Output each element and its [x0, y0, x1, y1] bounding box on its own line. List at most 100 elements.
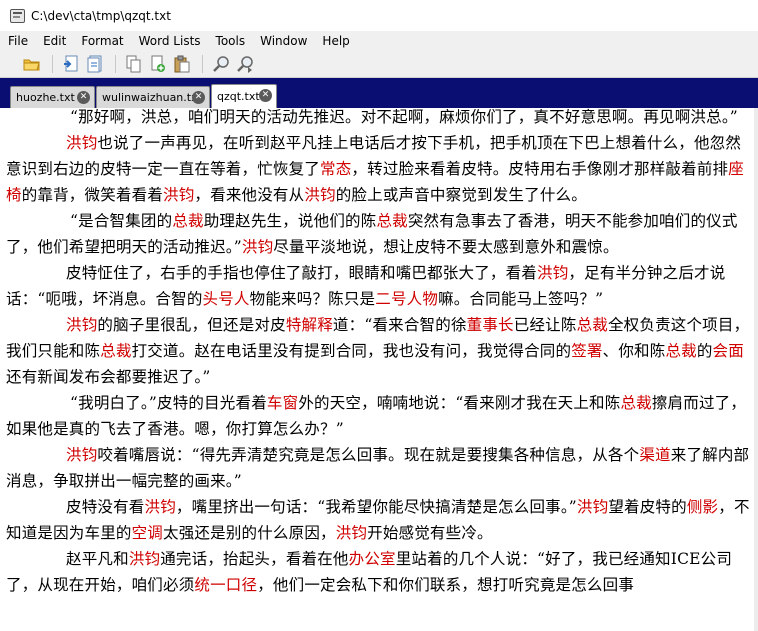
- text-run: 的靠背，微笑着看着: [21, 186, 164, 204]
- text-run: 皮特没有看: [66, 498, 145, 516]
- menu-word-lists[interactable]: Word Lists: [139, 34, 201, 48]
- text-run: ，他们一定会私下和你们联系，想打听究竟是怎么回事: [257, 576, 635, 594]
- highlighted-word: 洪钧: [241, 238, 274, 256]
- highlighted-word: 头号人: [202, 290, 250, 308]
- highlighted-word: 洪钧: [537, 264, 569, 282]
- toolbar-separator: [202, 55, 203, 73]
- text-run: “那好啊，洪总，咱们明天的活动先推迟。对不起啊，麻烦你们了，真不好意思啊。再见啊…: [70, 108, 738, 126]
- highlighted-word: 会面: [712, 342, 744, 360]
- text-run: 赵平凡和: [66, 550, 129, 568]
- highlighted-word: 办公室: [348, 550, 396, 568]
- paragraph: “是合智集团的总裁助理赵先生，说他们的陈总裁突然有急事去了香港，明天不能参加咱们…: [6, 208, 754, 260]
- open-folder-icon[interactable]: [22, 54, 42, 74]
- text-run: “是合智集团的: [70, 212, 173, 230]
- save-all-icon[interactable]: [85, 54, 105, 74]
- highlighted-word: 总裁: [172, 212, 204, 230]
- highlighted-word: 车窗: [266, 394, 299, 412]
- highlighted-word: 洪钧: [144, 498, 176, 516]
- highlighted-word: 总裁: [376, 212, 408, 230]
- close-icon[interactable]: ✕: [259, 89, 272, 102]
- copy-icon[interactable]: [124, 54, 144, 74]
- highlighted-word: 统一口径: [194, 576, 258, 594]
- highlighted-word: 洪钧: [335, 524, 368, 542]
- paste-icon[interactable]: [172, 54, 192, 74]
- close-icon[interactable]: ✕: [192, 91, 205, 104]
- text-run: 的: [696, 342, 713, 360]
- paragraph: 皮特没有看洪钧，嘴里挤出一句话：“我希望你能尽快搞清楚是怎么回事。”洪钧望着皮特…: [6, 494, 754, 546]
- toolbar: [0, 51, 758, 78]
- paragraph: 皮特怔住了，右手的手指也停住了敲打，眼睛和嘴巴都张大了，看着洪钧，足有半分钟之后…: [6, 260, 754, 312]
- text-run: ，转过脸来看着皮特。皮特用右手像刚才那样敲着前排: [351, 160, 729, 178]
- text-run: ，看来他没有从: [194, 186, 305, 204]
- highlighted-word: 特解释: [285, 316, 333, 334]
- text-run: 尽量平淡地说，想让皮特不要太感到意外和震惊。: [273, 238, 619, 256]
- highlighted-word: 总裁: [576, 316, 608, 334]
- tab-label: qzqt.txt: [217, 90, 260, 103]
- text-run: 打交道。赵在电话里没有提到合同，我也没有问，我觉得合同的: [131, 342, 572, 360]
- app-icon: [10, 8, 25, 23]
- highlighted-word: 总裁: [620, 394, 652, 412]
- highlighted-word: 洪钧: [66, 134, 98, 152]
- highlighted-word: 洪钧: [163, 186, 195, 204]
- tab-bar: huozhe.txt ✕ wulinwaizhuan.txt ✕ qzqt.tx…: [0, 78, 758, 108]
- highlighted-word: 洪钧: [66, 316, 98, 334]
- search-icon[interactable]: [211, 54, 231, 74]
- highlighted-word: 签署: [571, 342, 603, 360]
- text-run: 通完话，抬起头，看着在他: [160, 550, 349, 568]
- paragraph: “我明白了。”皮特的目光看着车窗外的天空，喃喃地说：“看来刚才我在天上和陈总裁擦…: [6, 390, 754, 442]
- text-run: 嘛。合同能马上签吗？”: [438, 290, 604, 308]
- text-run: 还有新闻发布会都要推迟了。”: [6, 368, 211, 386]
- highlighted-word: 渠道: [639, 446, 671, 464]
- highlighted-word: 洪钧: [576, 498, 609, 516]
- highlighted-word: 洪钧: [66, 446, 98, 464]
- highlighted-word: 总裁: [665, 342, 697, 360]
- text-run: 助理赵先生，说他们的陈: [203, 212, 377, 230]
- paragraph: “那好啊，洪总，咱们明天的活动先推迟。对不起啊，麻烦你们了，真不好意思啊。再见啊…: [6, 108, 754, 130]
- highlighted-word: 总裁: [100, 342, 132, 360]
- text-run: ，嘴里挤出一句话：“我希望你能尽快搞清楚是怎么回事。”: [175, 498, 577, 516]
- text-run: 咬着嘴唇说：“得先弄清楚究竟是怎么回事。现在就是要搜集各种信息，从各个: [97, 446, 640, 464]
- paragraph: 洪钧的脑子里很乱，但还是对皮特解释道：“看来合智的徐董事长已经让陈总裁全权负责这…: [6, 312, 754, 390]
- menu-window[interactable]: Window: [260, 34, 307, 48]
- highlighted-word: 空调: [131, 524, 164, 542]
- menu-help[interactable]: Help: [322, 34, 349, 48]
- paragraph: 赵平凡和洪钧通完话，抬起头，看着在他办公室里站着的几个人说：“好了，我已经通知I…: [6, 546, 754, 598]
- text-run: 道：“看来合智的徐: [332, 316, 467, 334]
- text-run: 皮特怔住了，右手的手指也停住了敲打，眼睛和嘴巴都张大了，看着: [66, 264, 538, 282]
- menu-file[interactable]: File: [8, 34, 28, 48]
- text-run: 物能来吗？陈只是: [249, 290, 376, 308]
- toolbar-separator: [115, 55, 116, 73]
- highlighted-word: 二号人物: [375, 290, 439, 308]
- highlighted-word: 洪钧: [128, 550, 161, 568]
- tab-wulinwaizhuan[interactable]: wulinwaizhuan.txt ✕: [96, 86, 210, 108]
- toolbar-separator: [52, 55, 53, 73]
- text-run: 太强还是别的什么原因，: [163, 524, 336, 542]
- highlighted-word: 洪钧: [304, 186, 336, 204]
- new-document-icon[interactable]: [148, 54, 168, 74]
- highlighted-word: 董事长: [466, 316, 514, 334]
- save-icon[interactable]: [61, 54, 81, 74]
- search-next-icon[interactable]: [235, 54, 255, 74]
- close-icon[interactable]: ✕: [77, 91, 90, 104]
- tab-label: huozhe.txt: [16, 91, 75, 104]
- text-run: 开始感觉有些冷。: [367, 524, 493, 542]
- menu-tools[interactable]: Tools: [216, 34, 246, 48]
- menu-format[interactable]: Format: [81, 34, 123, 48]
- text-run: 望着皮特的: [608, 498, 687, 516]
- text-run: 已经让陈: [513, 316, 577, 334]
- menu-edit[interactable]: Edit: [43, 34, 66, 48]
- text-run: 的脑子里很乱，但还是对皮: [97, 316, 286, 334]
- tab-qzqt[interactable]: qzqt.txt ✕: [211, 84, 277, 108]
- text-run: 外的天空，喃喃地说：“看来刚才我在天上和陈: [298, 394, 621, 412]
- text-editor[interactable]: “那好啊，洪总，咱们明天的活动先推迟。对不起啊，麻烦你们了，真不好意思啊。再见啊…: [6, 108, 754, 631]
- highlighted-word: 常态: [320, 160, 352, 178]
- title-bar: C:\dev\cta\tmp\qzqt.txt: [0, 0, 758, 31]
- tab-huozhe[interactable]: huozhe.txt ✕: [10, 86, 95, 108]
- tab-label: wulinwaizhuan.txt: [102, 91, 202, 104]
- paragraph: 洪钧也说了一声再见，在听到赵平凡挂上电话后才按下手机，把手机顶在下巴上想着什么，…: [6, 130, 754, 208]
- text-run: 、你和陈: [602, 342, 666, 360]
- menu-bar: File Edit Format Word Lists Tools Window…: [0, 31, 758, 51]
- highlighted-word: 侧影: [686, 498, 719, 516]
- editor-right-edge: [754, 108, 758, 631]
- window-title: C:\dev\cta\tmp\qzqt.txt: [31, 8, 171, 23]
